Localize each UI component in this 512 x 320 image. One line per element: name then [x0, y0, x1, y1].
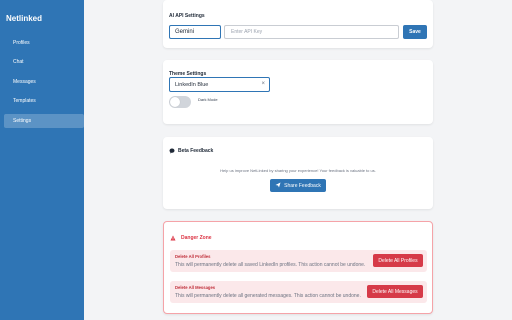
- sidebar-item-label: Templates: [13, 98, 36, 104]
- dark-mode-label: Dark Mode: [198, 97, 218, 102]
- delete-messages-row: Delete All Messages This will permanentl…: [170, 281, 427, 303]
- beta-feedback-text: Help us improve NetLinked by sharing you…: [220, 168, 376, 173]
- ai-settings-card: AI API Settings Gemini Save: [163, 0, 433, 48]
- clear-icon[interactable]: ×: [261, 81, 265, 87]
- share-feedback-button[interactable]: Share Feedback: [270, 179, 326, 192]
- send-icon: [275, 182, 281, 190]
- theme-select[interactable]: LinkedIn Blue ×: [169, 77, 270, 92]
- provider-select[interactable]: Gemini: [169, 25, 221, 39]
- theme-settings-card: Theme Settings LinkedIn Blue × Dark Mode: [163, 60, 433, 124]
- theme-select-value: LinkedIn Blue: [175, 81, 209, 88]
- provider-value: Gemini: [175, 29, 195, 35]
- sidebar-item-profiles[interactable]: Profiles: [4, 36, 84, 50]
- sidebar-item-templates[interactable]: Templates: [4, 94, 84, 108]
- sidebar: Netlinked Profiles Chat Messages Templat…: [0, 0, 84, 320]
- app-brand: Netlinked: [6, 14, 43, 23]
- sidebar-item-settings[interactable]: Settings: [4, 114, 84, 128]
- delete-profiles-row: Delete All Profiles This will permanentl…: [170, 250, 427, 272]
- sidebar-item-label: Settings: [13, 118, 32, 124]
- danger-zone-title: Danger Zone: [181, 235, 212, 241]
- share-feedback-label: Share Feedback: [284, 182, 321, 189]
- api-key-input[interactable]: [224, 25, 399, 39]
- dark-mode-toggle[interactable]: [169, 96, 191, 108]
- toggle-knob: [170, 97, 180, 107]
- delete-messages-title: Delete All Messages: [175, 285, 216, 290]
- warning-icon: [170, 235, 176, 243]
- sidebar-item-chat[interactable]: Chat: [4, 55, 84, 69]
- ai-settings-title: AI API Settings: [169, 13, 205, 19]
- sidebar-item-messages[interactable]: Messages: [4, 75, 84, 89]
- delete-profiles-title: Delete All Profiles: [175, 254, 211, 259]
- sidebar-item-label: Messages: [13, 79, 36, 85]
- delete-messages-description: This will permanently delete all generat…: [175, 293, 361, 299]
- delete-all-messages-button[interactable]: Delete All Messages: [367, 285, 423, 298]
- chat-bubble-icon: [169, 148, 175, 156]
- beta-feedback-card: Beta Feedback Help us improve NetLinked …: [163, 137, 433, 209]
- danger-zone-card: Danger Zone Delete All Profiles This wil…: [163, 221, 433, 314]
- delete-all-profiles-button[interactable]: Delete All Profiles: [373, 254, 423, 267]
- sidebar-item-label: Chat: [13, 59, 24, 65]
- beta-feedback-title: Beta Feedback: [178, 148, 214, 154]
- sidebar-item-label: Profiles: [13, 40, 30, 46]
- save-button[interactable]: Save: [403, 25, 427, 39]
- delete-profiles-description: This will permanently delete all saved L…: [175, 262, 366, 268]
